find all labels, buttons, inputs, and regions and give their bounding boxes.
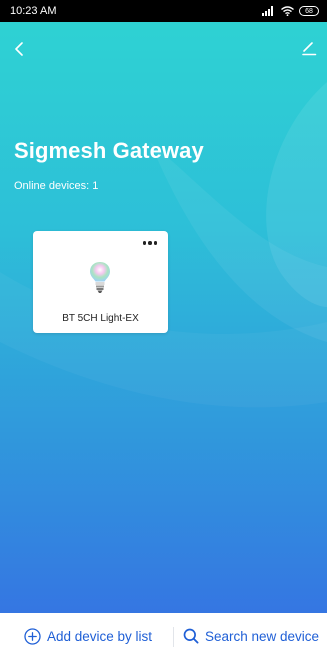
status-bar: 10:23 AM 68: [0, 0, 327, 22]
battery-icon: 68: [299, 6, 319, 16]
online-devices-count: Online devices: 1: [14, 180, 99, 192]
gateway-title: Sigmesh Gateway: [14, 138, 204, 163]
device-name: BT 5CH Light-EX: [62, 313, 139, 324]
status-icons: 68: [262, 6, 319, 16]
bottom-action-bar: Add device by list Search new device: [0, 613, 327, 661]
back-button[interactable]: [6, 36, 32, 62]
edit-button[interactable]: [297, 36, 321, 60]
edit-icon: [302, 42, 317, 56]
bulb-icon: [90, 262, 110, 293]
search-device-label: Search new device: [205, 628, 320, 644]
bottom-divider: [173, 627, 174, 647]
add-device-by-list-button[interactable]: Add device by list: [24, 628, 152, 645]
plus-circle-icon: [24, 628, 41, 645]
search-new-device-button[interactable]: Search new device: [183, 628, 319, 644]
status-time: 10:23 AM: [10, 5, 57, 17]
search-icon: [183, 628, 199, 644]
more-icon[interactable]: [140, 237, 160, 249]
battery-level: 68: [305, 7, 313, 15]
wifi-icon: [281, 6, 294, 16]
device-card[interactable]: BT 5CH Light-EX: [33, 231, 168, 333]
add-device-label: Add device by list: [47, 629, 153, 644]
signal-icon: [262, 6, 273, 16]
chevron-left-icon: [15, 42, 23, 56]
gateway-header: Sigmesh Gateway Online devices: 1 BT 5CH…: [0, 22, 327, 613]
